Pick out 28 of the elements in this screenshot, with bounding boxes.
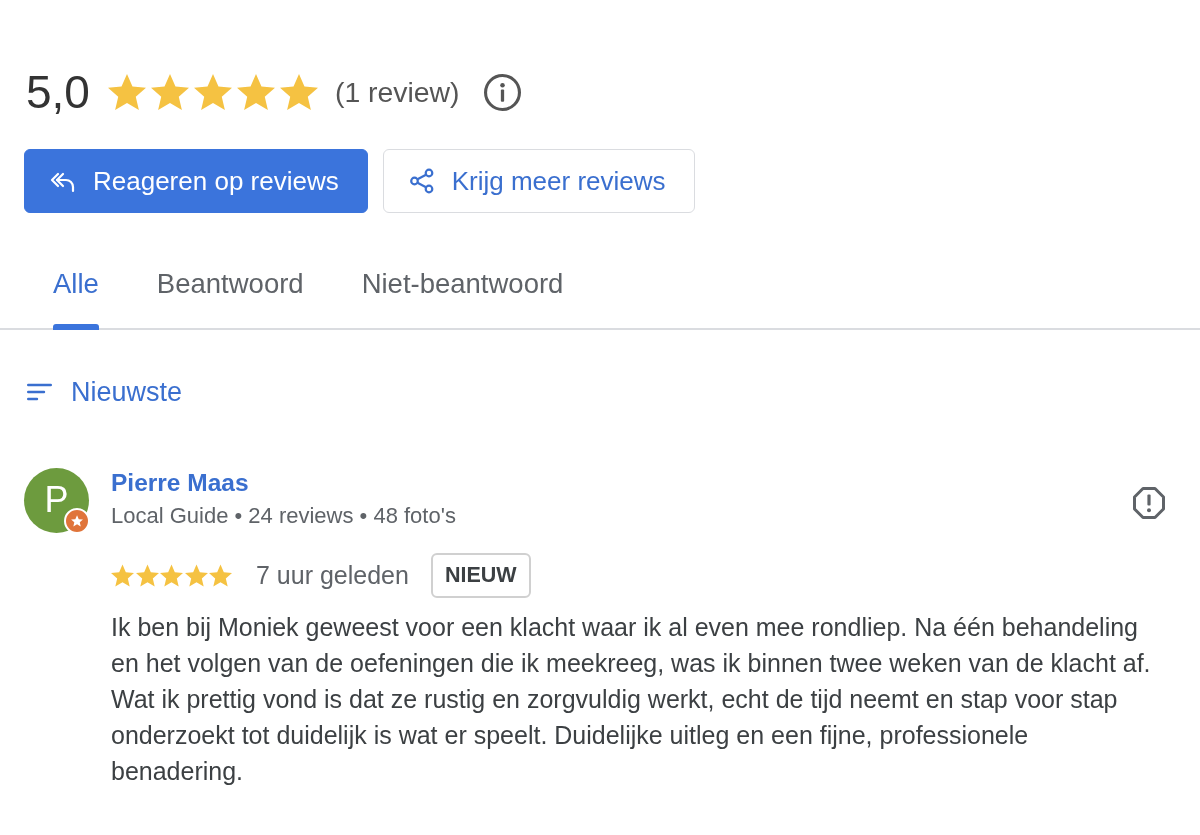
share-icon [408, 168, 435, 194]
rating-score: 5,0 [26, 69, 90, 115]
star-icon [150, 73, 189, 111]
tab[interactable]: Beantwoord [127, 240, 333, 328]
sort-icon [27, 383, 52, 402]
star-icon [193, 73, 232, 111]
reply-button[interactable]: Reageren op reviews [24, 149, 368, 213]
review-text: Ik ben bij Moniek geweest voor een klacht waar ik al even mee rondliep. Na één behandeling en het volgen van de oefeningen die ik meekreeg, was ik binnen twee weken van de klacht af. Wat ik prettig vond is dat ze rustig en zorgvuldig werkt, echt de tijd neemt en stap voor stap onderzoekt tot duidelijk is wat er speelt. Duidelijke uitleg en een fijne, professionele benadering. [111, 612, 1152, 788]
star-icon [209, 563, 232, 587]
alert-icon [1132, 485, 1166, 520]
star-icon [107, 73, 146, 111]
report-button[interactable] [1132, 485, 1166, 520]
sort-button[interactable]: Nieuwste [71, 372, 183, 413]
star-icon [160, 563, 183, 587]
info-icon [483, 73, 521, 111]
star-icon [135, 563, 159, 587]
author-link[interactable]: Pierre Maas [111, 467, 249, 498]
star-icon [111, 563, 134, 587]
review-time: 7 uur geleden [256, 559, 409, 591]
new-label: NIEUW [430, 552, 531, 599]
review-count: (1 review) [334, 74, 460, 110]
author-meta: Local Guide • 24 reviews • 48 foto's [111, 502, 456, 529]
star-icon [279, 73, 318, 111]
tab[interactable]: Alle [24, 240, 128, 328]
star-icon [236, 73, 275, 111]
share-button[interactable]: Krijg meer reviews [382, 149, 695, 213]
tab[interactable]: Niet-beantwoord [332, 240, 593, 328]
star-icon [184, 563, 208, 587]
